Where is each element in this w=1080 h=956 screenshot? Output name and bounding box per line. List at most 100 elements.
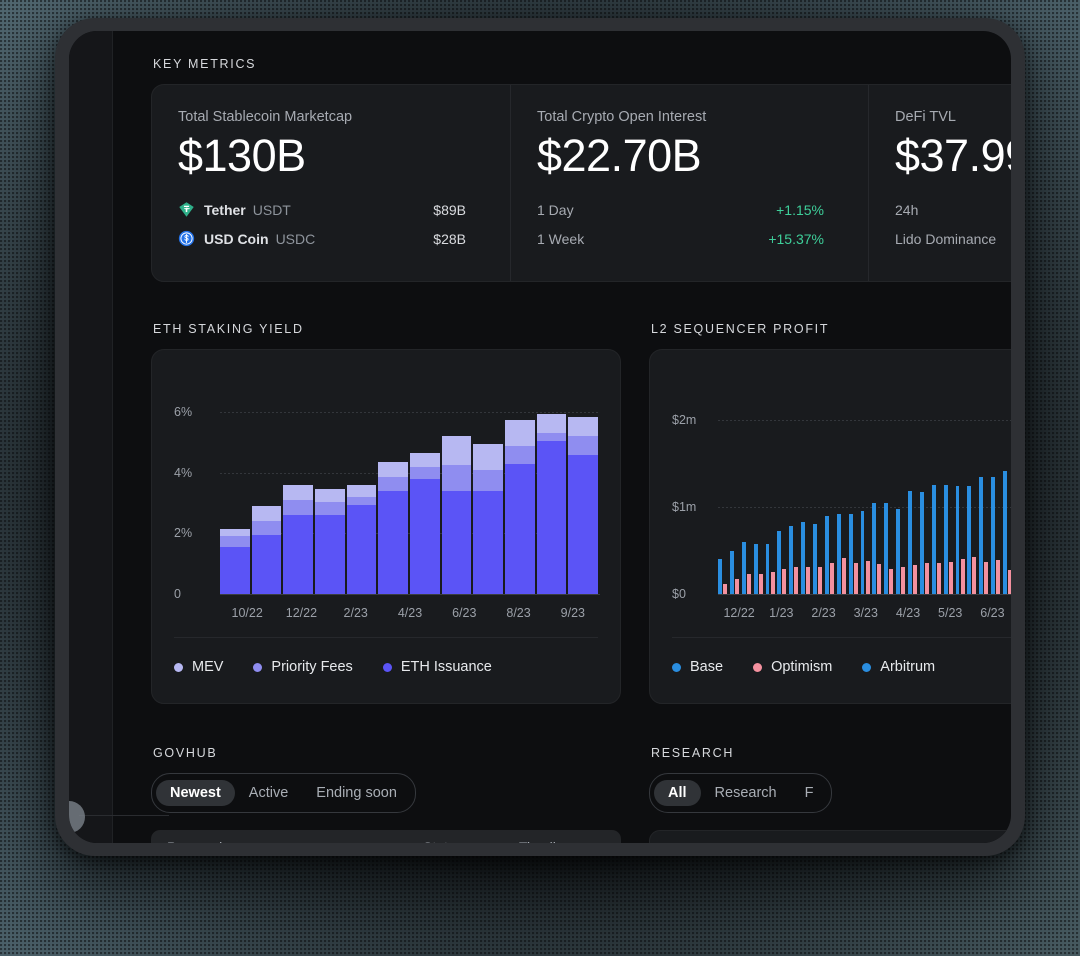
bar-group[interactable] <box>849 394 861 594</box>
research-tab-research[interactable]: Research <box>701 780 791 807</box>
x-axis-tick-label: 4/23 <box>383 606 437 620</box>
bar <box>920 492 924 594</box>
bar-group[interactable] <box>956 394 968 594</box>
bar <box>908 491 912 594</box>
bar-group[interactable] <box>718 394 730 594</box>
stacked-bar[interactable] <box>537 394 569 594</box>
bar-segment <box>410 467 440 479</box>
stacked-bar[interactable] <box>315 394 347 594</box>
bar-group[interactable] <box>861 394 873 594</box>
bar-segment <box>442 465 472 491</box>
bar <box>956 486 960 594</box>
metric-row-label: 24h <box>895 202 918 218</box>
column-header-status: Status <box>423 839 519 843</box>
legend-item[interactable]: Optimism <box>753 659 832 675</box>
bar-group[interactable] <box>884 394 896 594</box>
bar-group[interactable] <box>1003 394 1011 594</box>
y-axis-tick-label: 2% <box>174 526 192 540</box>
rail-handle-icon[interactable] <box>69 801 85 833</box>
bar <box>901 567 905 594</box>
bar-group[interactable] <box>730 394 742 594</box>
bar-group[interactable] <box>742 394 754 594</box>
y-axis-tick-label: $0 <box>672 587 686 601</box>
x-axis-line <box>220 594 600 595</box>
bar-segment <box>505 464 535 594</box>
bar <box>818 567 822 594</box>
research-heading: Research <box>651 746 1011 760</box>
bar-group[interactable] <box>896 394 908 594</box>
bar-group[interactable] <box>932 394 944 594</box>
research-tab-all[interactable]: All <box>654 780 701 807</box>
govhub-tab-active[interactable]: Active <box>235 780 303 807</box>
bar-group[interactable] <box>872 394 884 594</box>
bar <box>1008 570 1011 594</box>
govhub-tab-ending-soon[interactable]: Ending soon <box>302 780 411 807</box>
research-item-card[interactable] <box>649 830 1011 843</box>
metric-title: DeFi TVL <box>895 109 1011 125</box>
bar-group[interactable] <box>979 394 991 594</box>
bar <box>837 514 841 594</box>
stacked-bar[interactable] <box>378 394 410 594</box>
stacked-bar[interactable] <box>442 394 474 594</box>
legend-item[interactable]: Arbitrum <box>862 659 935 675</box>
bar-segment <box>473 491 503 594</box>
x-axis-tick-label: 2/23 <box>802 606 844 620</box>
bar-segment <box>315 489 345 501</box>
bar-group[interactable] <box>789 394 801 594</box>
bar-group[interactable] <box>837 394 849 594</box>
bar-segment <box>568 436 598 454</box>
bar-segment <box>505 420 535 446</box>
bar <box>789 526 793 594</box>
metric-row: TetherUSDT$89B <box>178 195 484 224</box>
stacked-bar[interactable] <box>220 394 252 594</box>
legend-item[interactable]: Base <box>672 659 723 675</box>
bar-group[interactable] <box>813 394 825 594</box>
bar-group[interactable] <box>754 394 766 594</box>
bar-segment <box>378 477 408 491</box>
bar <box>861 511 865 594</box>
stacked-bar[interactable] <box>283 394 315 594</box>
research-tab-group[interactable]: AllResearchF <box>649 773 832 813</box>
metric-row-value: $89B <box>433 202 484 218</box>
bar-group[interactable] <box>967 394 979 594</box>
bar <box>932 485 936 594</box>
research-tab-f[interactable]: F <box>791 780 828 807</box>
bar <box>972 557 976 594</box>
bar-group[interactable] <box>908 394 920 594</box>
bar <box>718 559 722 594</box>
stacked-bar[interactable] <box>568 394 600 594</box>
bar-group[interactable] <box>801 394 813 594</box>
bar-group[interactable] <box>920 394 932 594</box>
stacked-bar[interactable] <box>505 394 537 594</box>
metric-title: Total Stablecoin Marketcap <box>178 109 484 125</box>
bar-group[interactable] <box>991 394 1003 594</box>
stacked-bar[interactable] <box>252 394 284 594</box>
stacked-bar[interactable] <box>347 394 379 594</box>
bar-group[interactable] <box>825 394 837 594</box>
stacked-bar[interactable] <box>473 394 505 594</box>
legend-item[interactable]: MEV <box>174 659 223 675</box>
left-nav-rail[interactable] <box>69 31 113 843</box>
bar <box>991 477 995 594</box>
legend-item[interactable]: ETH Issuance <box>383 659 492 675</box>
key-metrics-card: Total Stablecoin Marketcap$130BTetherUSD… <box>151 84 1011 282</box>
bar-group[interactable] <box>944 394 956 594</box>
govhub-tab-group[interactable]: NewestActiveEnding soon <box>151 773 416 813</box>
metric-row-name: USD Coin <box>204 231 269 247</box>
govhub-tab-newest[interactable]: Newest <box>156 780 235 807</box>
legend-label: ETH Issuance <box>401 659 492 675</box>
bar <box>925 563 929 594</box>
bar-segment <box>442 436 472 465</box>
metric-row-label: 1 Day <box>537 202 574 218</box>
usdc-icon <box>178 230 195 247</box>
metric-row-value: +1.15% <box>776 202 842 218</box>
bar-segment <box>568 417 598 437</box>
stacked-bar[interactable] <box>410 394 442 594</box>
eth-staking-chart-card: 02%4%6%10/2212/222/234/236/238/239/23 ME… <box>151 349 621 704</box>
bar-group[interactable] <box>777 394 789 594</box>
bottom-panels: GovHub NewestActiveEnding soon Proposal … <box>151 746 1011 843</box>
l2-profit-heading: L2 Sequencer Profit <box>651 322 1011 336</box>
y-axis-tick-label: $2m <box>672 413 696 427</box>
bar-group[interactable] <box>766 394 778 594</box>
legend-item[interactable]: Priority Fees <box>253 659 352 675</box>
